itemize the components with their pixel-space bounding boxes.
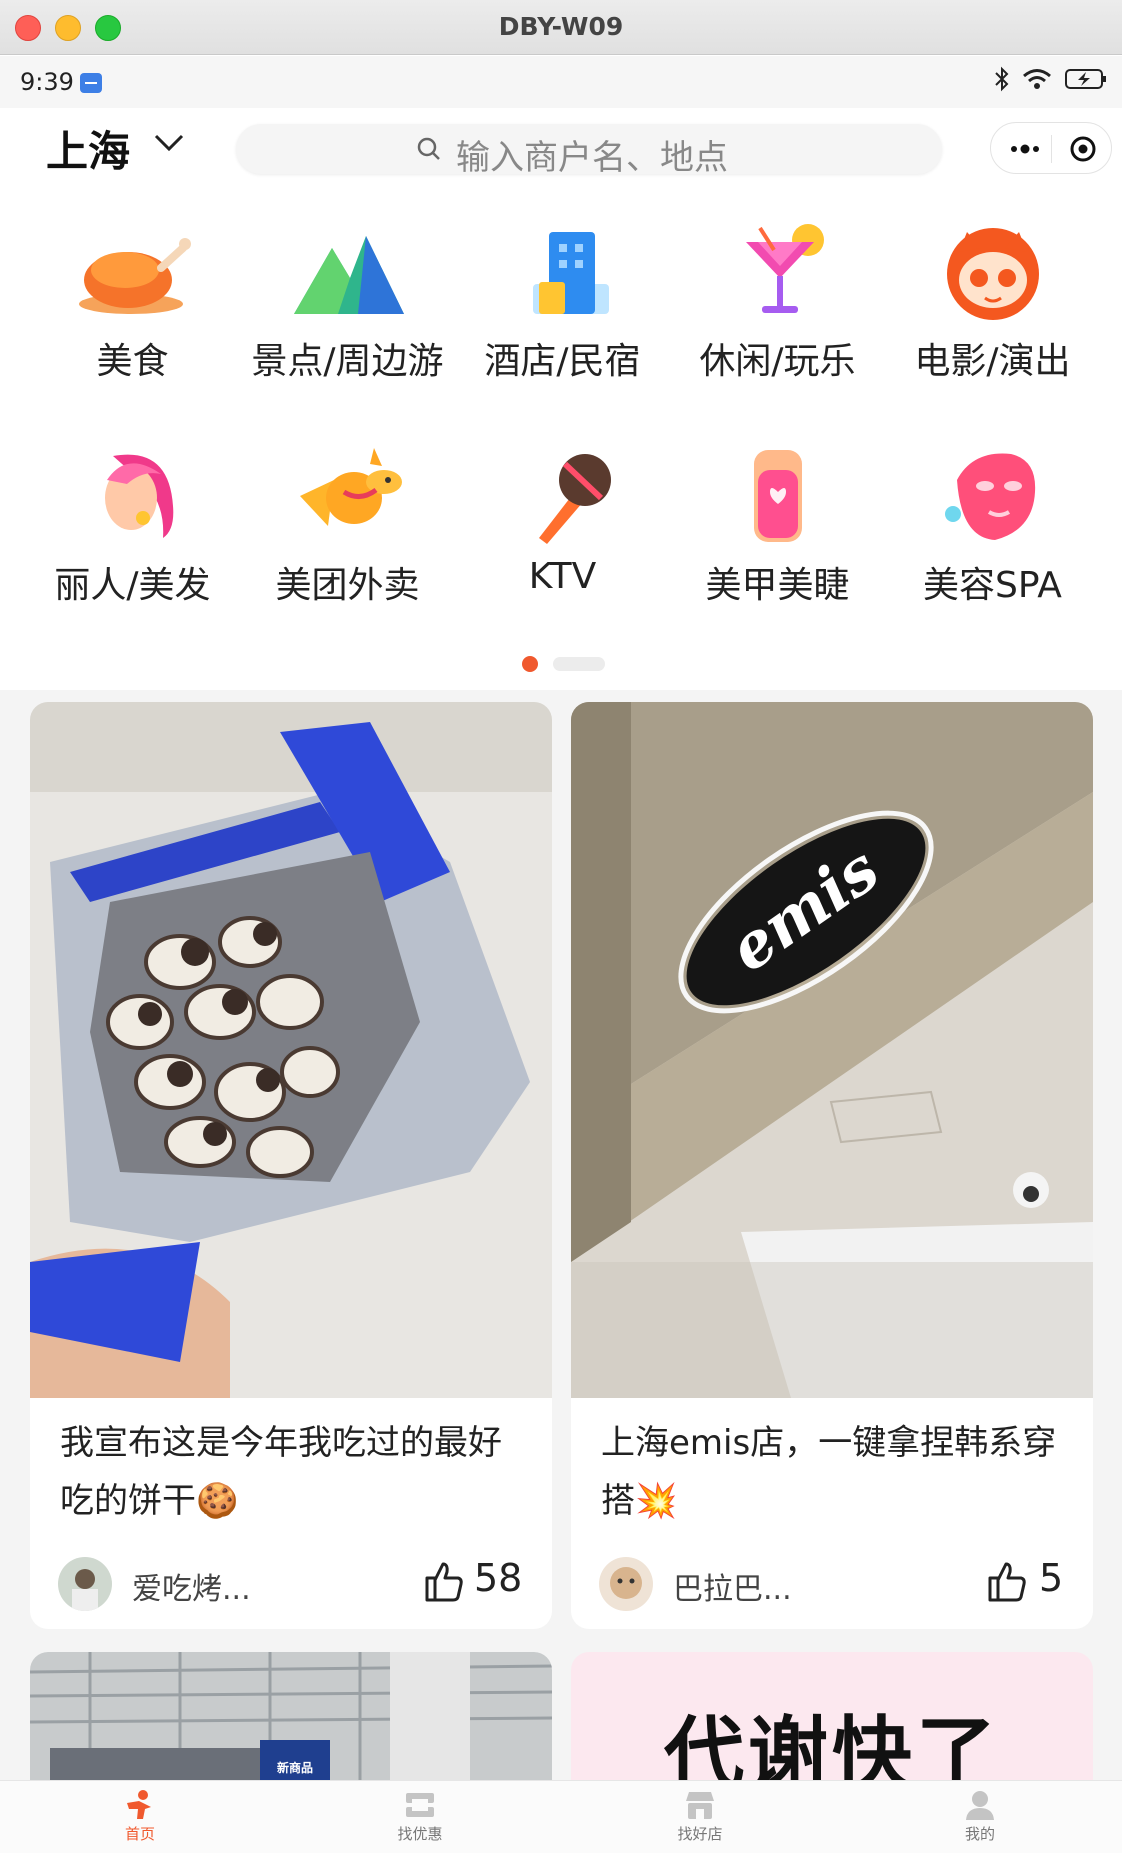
avatar[interactable] [58, 1557, 112, 1611]
cocktail-icon [745, 224, 824, 313]
bluetooth-icon [995, 66, 1009, 92]
window-title: DBY-W09 [498, 12, 624, 41]
more-dots-icon[interactable] [1009, 135, 1041, 163]
search-placeholder: 输入商户名、地点 [456, 138, 728, 178]
cookie-bag-photo [30, 702, 552, 1398]
category-label: 美容SPA [923, 565, 1062, 606]
coupon-icon [406, 1793, 434, 1817]
woman-hair-icon [104, 454, 173, 538]
search-icon [417, 137, 440, 160]
capsule-divider [1051, 135, 1052, 163]
category-label: 电影/演出 [914, 341, 1071, 382]
category-label: KTV [528, 556, 597, 597]
kangaroo-icon [299, 448, 402, 526]
wifi-icon [1023, 69, 1051, 89]
home-person-icon [127, 1790, 151, 1819]
category-hotel[interactable]: 酒店/民宿 [455, 222, 670, 422]
tab-label: 找优惠 [397, 1825, 443, 1843]
tab-label: 我的 [964, 1825, 995, 1843]
category-beauty[interactable]: 丽人/美发 [25, 446, 240, 646]
chevron-down-icon[interactable] [152, 130, 186, 154]
category-scenic[interactable]: 景点/周边游 [240, 222, 455, 422]
category-ktv[interactable]: KTV [455, 446, 670, 646]
microphone-icon [538, 454, 611, 544]
city-selector[interactable]: 上海 [46, 118, 130, 179]
feed-card[interactable]: 我宣布这是今年我吃过的最好吃的饼干🍪 爱吃烤... 58 [30, 702, 552, 1629]
avatar-image [599, 1557, 653, 1611]
nail-icon [753, 450, 802, 542]
battery-charging-icon [1065, 69, 1106, 89]
face-mask-icon [944, 453, 1035, 540]
tab-label: 找好店 [677, 1825, 723, 1843]
thumbs-up-icon[interactable] [424, 1560, 464, 1602]
category-label: 美团外卖 [275, 565, 420, 606]
status-bar: 9:39 [0, 56, 1122, 108]
avatar[interactable] [599, 1557, 653, 1611]
pager-dot[interactable] [553, 657, 605, 671]
feed-card[interactable]: 代谢快了 [571, 1652, 1093, 1780]
store-icon [686, 1792, 714, 1819]
hotel-building-icon [532, 232, 609, 314]
like-count: 58 [474, 1556, 523, 1600]
category-spa[interactable]: 美容SPA [885, 446, 1100, 646]
roast-chicken-icon [78, 238, 191, 314]
feed-card[interactable]: 新商品 [30, 1652, 552, 1780]
window-titlebar: DBY-W09 [0, 0, 1122, 55]
header-bar: 上海 输入商户名、地点 [0, 108, 1122, 198]
bottom-tab-bar: 首页 找优惠 找好店 我的 [0, 1780, 1122, 1853]
usb-icon [80, 73, 102, 93]
author-name[interactable]: 巴拉巴... [673, 1564, 792, 1608]
tab-label: 首页 [124, 1825, 155, 1843]
close-target-icon[interactable] [1069, 135, 1097, 163]
category-nail[interactable]: 美甲美睫 [670, 446, 885, 646]
mini-program-capsule [990, 122, 1112, 174]
feed-card[interactable]: emis 上海emis店，一键拿捏韩系穿搭💥 巴拉巴... 5 [571, 702, 1093, 1629]
thumbs-up-icon[interactable] [987, 1560, 1027, 1602]
category-label: 美食 [96, 341, 169, 382]
avatar-image [58, 1557, 112, 1611]
like-count: 5 [1039, 1556, 1064, 1600]
mountain-icon [293, 236, 404, 314]
pager-dot-active[interactable] [522, 656, 538, 672]
category-food[interactable]: 美食 [25, 222, 240, 422]
boom-emoji-icon: 💥 [635, 1481, 678, 1521]
category-label: 丽人/美发 [54, 565, 211, 606]
tab-profile[interactable]: 我的 [920, 1789, 1040, 1844]
status-time: 9:39 [20, 68, 74, 96]
tab-deals[interactable]: 找优惠 [360, 1789, 480, 1844]
card-title[interactable]: 上海emis店，一键拿捏韩系穿搭💥 [601, 1414, 1071, 1530]
category-label: 美甲美睫 [705, 565, 850, 606]
category-label: 酒店/民宿 [484, 341, 641, 382]
category-meituan-delivery[interactable]: 美团外卖 [240, 446, 455, 646]
warehouse-photo: 新商品 [30, 1652, 552, 1780]
cookie-emoji-icon: 🍪 [196, 1481, 239, 1521]
card-title[interactable]: 我宣布这是今年我吃过的最好吃的饼干🍪 [60, 1414, 530, 1530]
category-leisure[interactable]: 休闲/玩乐 [670, 222, 885, 422]
category-label: 休闲/玩乐 [699, 341, 856, 382]
category-label: 景点/周边游 [251, 341, 444, 382]
cat-movie-icon [946, 228, 1039, 320]
category-pager [0, 654, 1122, 674]
search-input[interactable]: 输入商户名、地点 [236, 124, 942, 178]
emis-store-photo: emis [571, 702, 1093, 1398]
author-name[interactable]: 爱吃烤... [132, 1564, 251, 1608]
profile-icon [966, 1791, 994, 1820]
category-movie[interactable]: 电影/演出 [885, 222, 1100, 422]
warehouse-sign-text: 新商品 [277, 1760, 313, 1775]
tab-home[interactable]: 首页 [80, 1789, 200, 1844]
status-icons [994, 66, 1108, 92]
card-title-text: 我宣布这是今年我吃过的最好吃的饼干 [60, 1423, 502, 1521]
poster-text: 代谢快了 [664, 1708, 1000, 1780]
tab-stores[interactable]: 找好店 [640, 1789, 760, 1844]
